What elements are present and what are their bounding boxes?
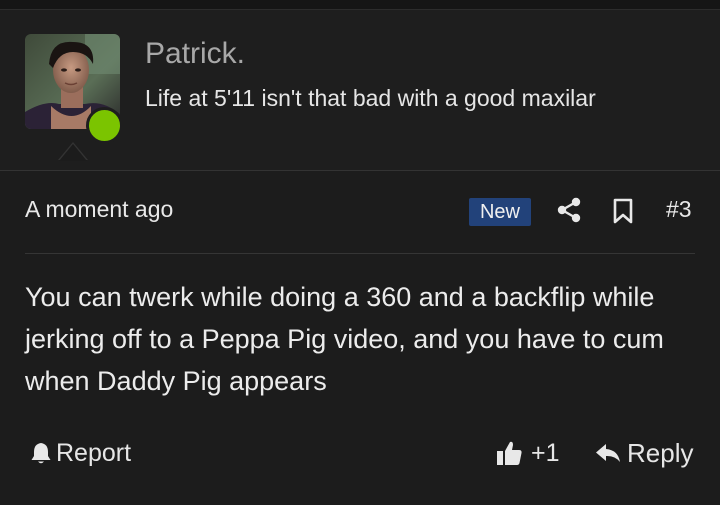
reply-label: Reply <box>627 437 694 468</box>
top-edge <box>0 0 720 10</box>
report-button[interactable]: Report <box>30 438 131 468</box>
author-signature: Life at 5'11 isn't that bad with a good … <box>145 85 596 111</box>
report-label: Report <box>56 438 132 467</box>
online-status-indicator <box>86 107 123 144</box>
post-body-text: You can twerk while doing a 360 and a ba… <box>25 282 664 396</box>
thumbs-up-icon <box>497 441 522 465</box>
share-icon[interactable] <box>556 197 582 223</box>
author-name[interactable]: Patrick. <box>145 37 245 71</box>
reply-arrow-icon <box>596 444 620 462</box>
author-header: Patrick. Life at 5'11 isn't that bad wit… <box>0 10 720 171</box>
reply-button[interactable]: Reply <box>595 438 693 468</box>
forum-post: Patrick. Life at 5'11 isn't that bad wit… <box>0 0 720 505</box>
bookmark-icon[interactable] <box>612 198 634 224</box>
header-pointer-fill <box>59 144 87 161</box>
post-timestamp[interactable]: A moment ago <box>25 196 173 223</box>
bell-icon <box>31 443 51 464</box>
like-count: +1 <box>531 438 560 467</box>
like-button[interactable]: +1 <box>495 438 560 468</box>
post-number-link[interactable]: #3 <box>666 196 692 223</box>
content-divider <box>25 253 695 254</box>
new-badge: New <box>469 198 531 226</box>
